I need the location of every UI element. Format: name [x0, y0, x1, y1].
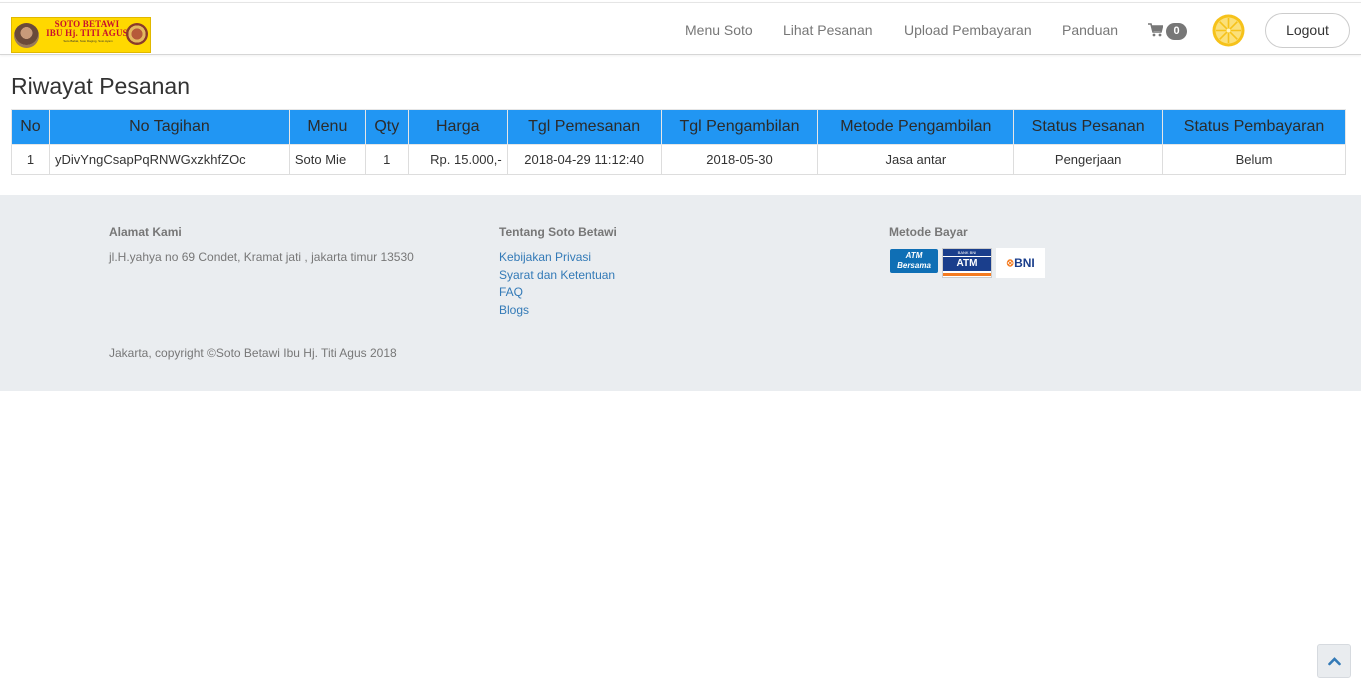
- shopping-cart-icon: [1148, 23, 1163, 37]
- cell-menu: Soto Mie: [288, 144, 366, 175]
- bni-logo-text: BNI: [1014, 256, 1035, 270]
- col-header-tgl-pengambilan: Tgl Pengambilan: [660, 109, 819, 145]
- atm-bersama-logo: ATM Bersama: [890, 249, 938, 273]
- footer-links: Kebijakan Privasi Syarat dan Ketentuan F…: [499, 249, 615, 319]
- nav-panduan[interactable]: Panduan: [1062, 22, 1118, 38]
- bni-mark-icon: ꕕ: [1006, 259, 1015, 270]
- navbar: SOTO BETAWI IBU Hj. TITI AGUS Soto Babat…: [0, 2, 1361, 55]
- cell-pickup-method: Jasa antar: [817, 144, 1015, 175]
- col-header-tgl-pemesanan: Tgl Pemesanan: [506, 109, 662, 145]
- bni-atm-main-text: ATM: [943, 257, 991, 271]
- cell-pickup-date: 2018-05-30: [660, 144, 819, 175]
- col-header-status-pesanan: Status Pesanan: [1013, 109, 1164, 145]
- cell-order-status: Pengerjaan: [1013, 144, 1164, 175]
- col-header-no: No: [11, 109, 50, 145]
- logout-button[interactable]: Logout: [1265, 13, 1350, 48]
- bni-atm-logo: BANK BNI ATM: [942, 248, 992, 278]
- brand-logo[interactable]: SOTO BETAWI IBU Hj. TITI AGUS Soto Babat…: [11, 17, 151, 53]
- cell-order-date: 2018-04-29 11:12:40: [506, 144, 662, 175]
- logo-seal: [126, 23, 148, 45]
- bni-logo: ꕕBNI: [996, 248, 1045, 278]
- footer-about-heading: Tentang Soto Betawi: [499, 225, 617, 239]
- user-avatar-lemon-icon[interactable]: [1212, 14, 1245, 47]
- cell-no: 1: [11, 144, 50, 175]
- logo-portrait: [14, 23, 39, 48]
- table-row: 1 yDivYngCsapPqRNWGxzkhfZOc Soto Mie 1 R…: [11, 144, 1346, 175]
- chevron-up-icon: [1328, 657, 1341, 666]
- logo-line2: IBU Hj. TITI AGUS: [46, 28, 128, 38]
- footer-link-syarat-ketentuan[interactable]: Syarat dan Ketentuan: [499, 267, 615, 285]
- cart-count-badge: 0: [1166, 23, 1187, 40]
- table-header-row: No No Tagihan Menu Qty Harga Tgl Pemesan…: [11, 109, 1346, 145]
- footer-link-kebijakan-privasi[interactable]: Kebijakan Privasi: [499, 249, 615, 267]
- footer-link-blogs[interactable]: Blogs: [499, 302, 615, 320]
- atm-bersama-line1: ATM: [905, 251, 923, 260]
- footer-payment-heading: Metode Bayar: [889, 225, 968, 239]
- footer-address-heading: Alamat Kami: [109, 225, 182, 239]
- col-header-harga: Harga: [407, 109, 508, 145]
- footer-address-text: jl.H.yahya no 69 Condet, Kramat jati , j…: [109, 250, 414, 264]
- scroll-to-top-button[interactable]: [1317, 644, 1351, 678]
- nav-menu-soto[interactable]: Menu Soto: [685, 22, 753, 38]
- atm-bersama-line2: Bersama: [897, 261, 931, 270]
- nav-upload-pembayaran[interactable]: Upload Pembayaran: [904, 22, 1032, 38]
- bni-atm-stripe: [943, 273, 991, 276]
- cell-invoice: yDivYngCsapPqRNWGxzkhfZOc: [48, 144, 290, 175]
- col-header-status-pembayaran: Status Pembayaran: [1162, 109, 1346, 145]
- page-title: Riwayat Pesanan: [11, 73, 190, 99]
- cart-button[interactable]: 0: [1148, 22, 1190, 42]
- cell-price: Rp. 15.000,-: [407, 144, 508, 175]
- order-history-table: No No Tagihan Menu Qty Harga Tgl Pemesan…: [11, 109, 1346, 175]
- nav-lihat-pesanan[interactable]: Lihat Pesanan: [783, 22, 873, 38]
- col-header-no-tagihan: No Tagihan: [48, 109, 290, 145]
- footer-copyright: Jakarta, copyright ©Soto Betawi Ibu Hj. …: [109, 346, 397, 360]
- col-header-qty: Qty: [364, 109, 409, 145]
- logo-small-text: Soto Babat, Soto Daging, Soto Ayam: [63, 39, 113, 43]
- bni-atm-top-text: BANK BNI: [943, 249, 991, 256]
- cell-qty: 1: [364, 144, 409, 175]
- col-header-metode-pengambilan: Metode Pengambilan: [817, 109, 1015, 145]
- col-header-menu: Menu: [288, 109, 366, 145]
- footer: Alamat Kami jl.H.yahya no 69 Condet, Kra…: [0, 195, 1361, 391]
- footer-link-faq[interactable]: FAQ: [499, 284, 615, 302]
- cell-payment-status: Belum: [1162, 144, 1346, 175]
